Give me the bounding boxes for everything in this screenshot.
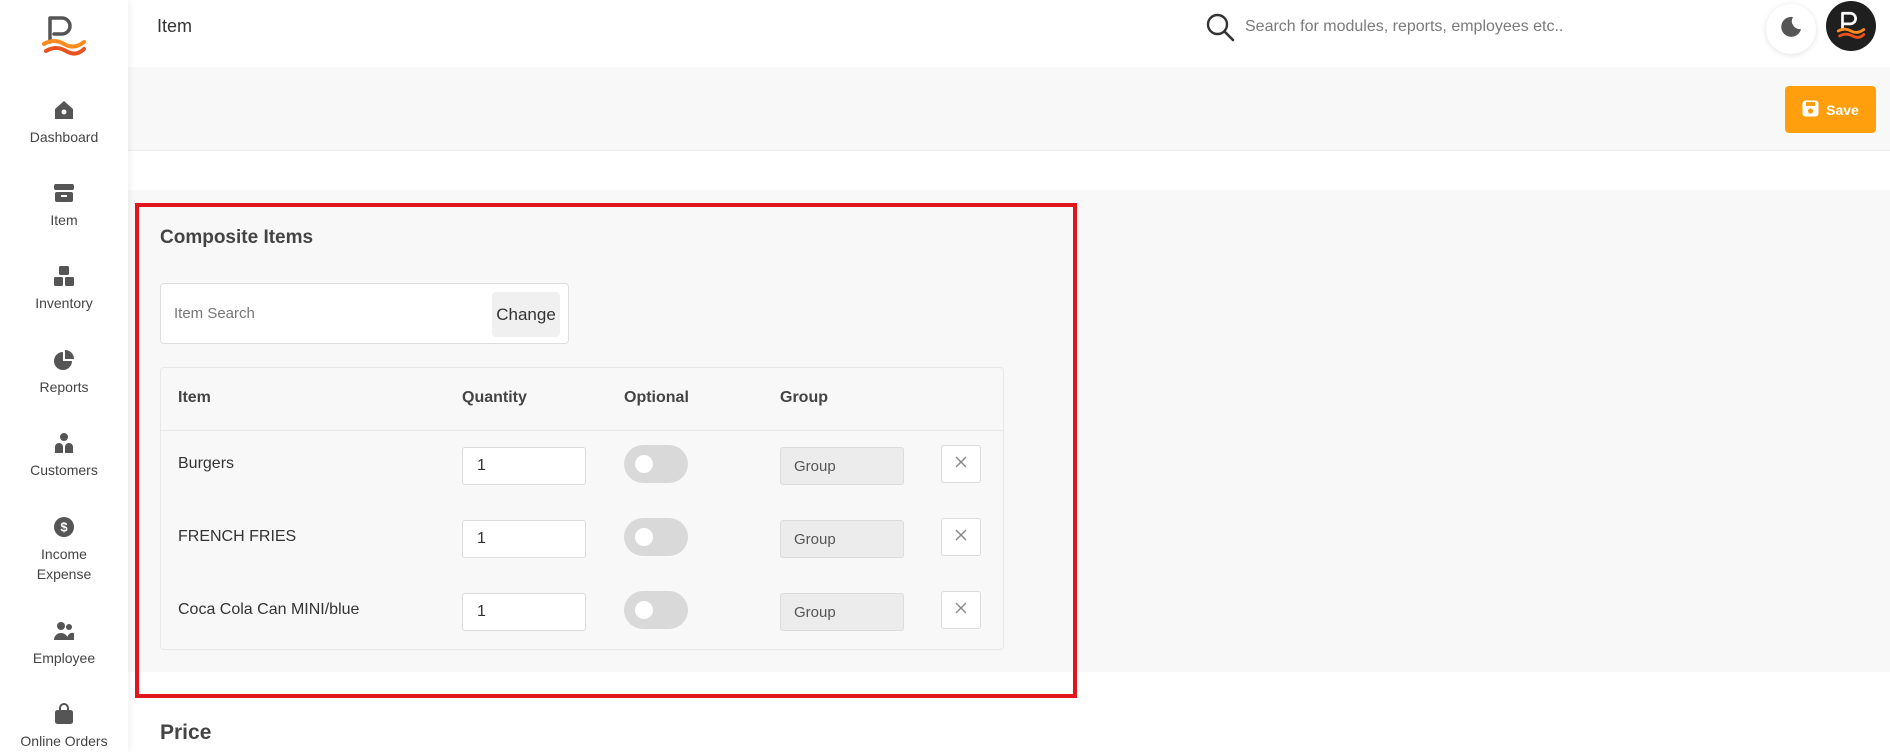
close-icon [954,601,968,620]
group-input[interactable] [780,447,904,485]
moon-icon [1779,15,1803,44]
save-icon [1802,100,1819,120]
sidebar-item-income-expense[interactable]: $ Income Expense [0,516,128,584]
sidebar-item-label: Reports [39,379,89,395]
sidebar-item-label: Customers [30,462,98,478]
sidebar-item-online-orders[interactable]: Online Orders [0,703,128,751]
sidebar-item-reports[interactable]: Reports [0,349,128,397]
pie-chart-icon [53,349,75,371]
quantity-input[interactable] [462,593,586,631]
app-logo[interactable] [40,12,88,60]
sidebar-item-inventory[interactable]: Inventory [0,265,128,313]
column-header-optional: Optional [624,389,689,406]
top-header: Item [128,0,1890,67]
remove-row-button[interactable] [941,591,981,629]
archive-box-icon [53,182,75,204]
group-input[interactable] [780,520,904,558]
quantity-input[interactable] [462,520,586,558]
close-icon [954,455,968,474]
home-icon [53,99,75,121]
row-item-name: Burgers [178,455,235,472]
sidebar-item-dashboard[interactable]: Dashboard [0,99,128,147]
row-item-name: Coca Cola Can MINI/blue [178,601,360,618]
svg-text:$: $ [60,520,68,535]
sidebar-item-label: Dashboard [29,129,99,145]
search-icon[interactable] [1205,12,1235,42]
composite-items-table: Item Quantity Optional Group Burgers FRE… [160,367,1004,650]
sidebar-item-label: Employee [32,650,96,666]
composite-items-title: Composite Items [160,227,314,248]
row-item-name: FRENCH FRIES [178,528,297,545]
optional-toggle[interactable] [624,591,688,629]
table-divider [161,430,1003,431]
sidebar-item-label: Online Orders [20,733,108,749]
users-icon [53,432,75,454]
price-section-title: Price [160,721,212,744]
dollar-circle-icon: $ [53,516,75,538]
group-input[interactable] [780,593,904,631]
avatar[interactable] [1826,1,1876,51]
theme-toggle-button[interactable] [1766,4,1816,54]
save-button[interactable]: Save [1785,86,1876,133]
sidebar-item-label: Item [50,212,78,228]
boxes-icon [53,265,75,287]
close-icon [954,528,968,547]
item-search-box: Change [160,283,569,344]
page-title: Item [157,16,193,36]
remove-row-button[interactable] [941,445,981,483]
change-button[interactable]: Change [492,292,560,337]
remove-row-button[interactable] [941,518,981,556]
global-search-input[interactable] [1245,14,1575,40]
optional-toggle[interactable] [624,518,688,556]
sidebar-item-customers[interactable]: Customers [0,432,128,480]
sidebar-item-employee[interactable]: Employee [0,620,128,668]
optional-toggle[interactable] [624,445,688,483]
save-button-label: Save [1826,101,1859,118]
column-header-group: Group [780,389,828,406]
sidebar-item-item[interactable]: Item [0,182,128,230]
sidebar-item-label: Income [41,546,87,562]
column-header-quantity: Quantity [462,389,527,406]
item-search-input[interactable] [174,300,474,326]
sidebar-item-label-line2: Expense [36,566,92,582]
sidebar: Dashboard Item Inventory Reports Custome… [0,0,128,752]
column-header-item: Item [178,389,211,406]
quantity-input[interactable] [462,447,586,485]
shopping-bag-icon [53,703,75,725]
sidebar-item-label: Inventory [35,295,93,311]
action-bar: Save [128,67,1890,151]
user-group-icon [53,620,75,642]
